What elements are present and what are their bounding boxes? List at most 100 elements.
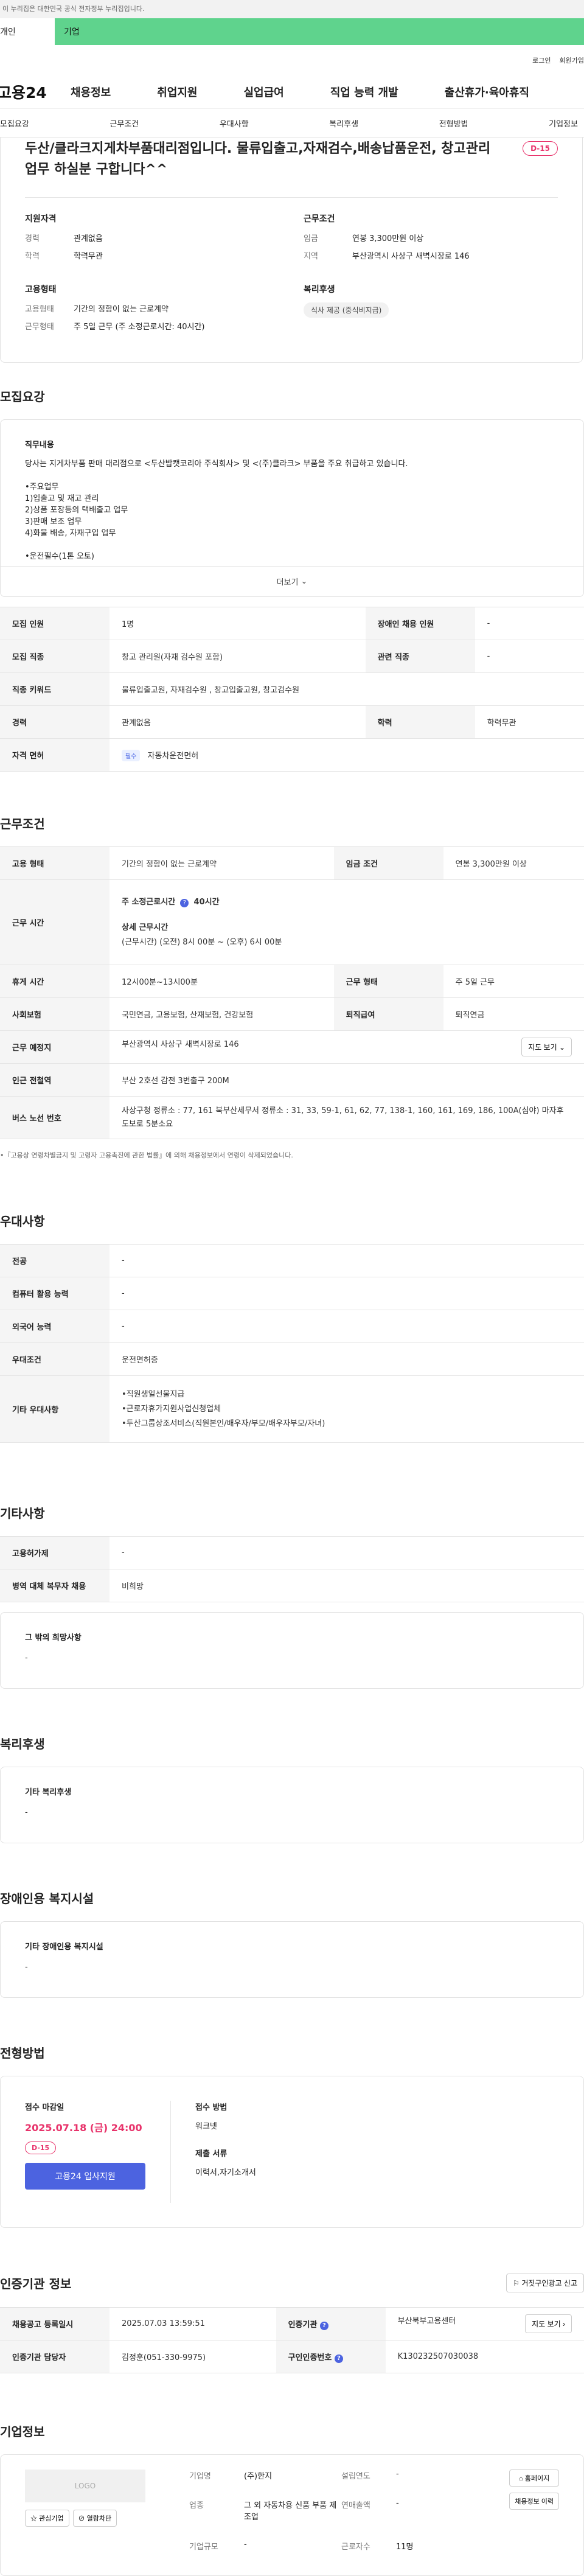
subnav-preference[interactable]: 우대사항 (220, 117, 249, 129)
desc-line (25, 539, 559, 551)
region-value: 부산광역시 사상구 새벽시장로 146 (352, 252, 470, 261)
education-label: 학력 (25, 252, 40, 261)
subnav-company[interactable]: 기업정보 (549, 117, 578, 129)
table-value: 퇴직연금 (443, 997, 584, 1031)
table-value: 기간의 정함이 없는 근로계약 (109, 846, 334, 880)
tab-personal[interactable]: 개인 (0, 18, 55, 45)
tab-company[interactable]: 기업 (55, 18, 584, 45)
signup-link[interactable]: 회원가입 (560, 55, 584, 65)
login-link[interactable]: 로그인 (532, 55, 551, 65)
table-key: 우대조건 (0, 1342, 109, 1376)
desc-line (25, 470, 559, 481)
table-value: 관계없음 (109, 705, 366, 739)
map-button[interactable]: 지도 보기 ⌄ (521, 1038, 572, 1056)
table-value: - (474, 640, 584, 673)
cert-agency-label: 인증기관 (288, 2320, 318, 2330)
table-key: 채용공고 등록일시 (0, 2307, 109, 2340)
table-row: 근무 예정지 부산광역시 사상구 새벽시장로 146 지도 보기 ⌄ (0, 1030, 584, 1064)
deadline-heading: 접수 마감일 (25, 2103, 64, 2112)
employment-title: 고용형태 (25, 285, 57, 295)
founded-value: - (396, 2470, 399, 2479)
weekly-hours-label: 주 소정근로시간 (122, 897, 176, 907)
block-view-button[interactable]: ⊘ 열람차단 (72, 2510, 117, 2527)
subnav-recruit[interactable]: 모집요강 (0, 117, 29, 129)
report-icon: ⚐ (513, 2279, 520, 2288)
star-icon: ☆ (30, 2515, 37, 2522)
age-note: •『고용상 연령차별금지 및 고령자 고용촉진에 관한 법률』에 의해 채용정보… (0, 1151, 293, 1159)
welfare-value: - (25, 1808, 28, 1817)
homepage-button[interactable]: ⌂ 홈페이지 (509, 2470, 559, 2487)
table-row: 자격 면허 필수 자동차운전면허 (0, 738, 584, 772)
more-button[interactable]: 더보기 ⌄ (1, 566, 583, 596)
region-label: 지역 (304, 252, 318, 261)
gnb-item-skills-development[interactable]: 직업 능력 개발 (330, 84, 398, 100)
info-icon[interactable]: ? (180, 898, 189, 907)
weekly-hours-value: 40시간 (193, 897, 220, 907)
required-badge: 필수 (122, 749, 141, 761)
job-history-button[interactable]: 채용정보 이력 (509, 2493, 559, 2510)
gnb-item-jobs[interactable]: 채용정보 (71, 84, 111, 100)
info-icon[interactable]: ? (319, 2321, 328, 2330)
table-row: 경력 관계없음 학력 학력무관 (0, 705, 584, 739)
table-row: 기타 우대사항 •직원생일선물지급 •근로자휴가지원사업신청업체 •두산그룹상조… (0, 1375, 584, 1443)
table-key: 고용 형태 (0, 846, 109, 880)
company-section: 기업정보 LOGO ☆ 관심기업 ⊘ 열람차단 기업명 (주)한지 설립연도 -… (0, 2422, 584, 2576)
table-row: 외국어 능력 - (0, 1310, 584, 1343)
section-title-certification: 인증기관 정보 (0, 2277, 72, 2291)
table-value: 운전면허증 (109, 1342, 584, 1376)
desc-line: 4)화물 배송, 자재구입 업무 (25, 529, 116, 538)
gov-banner: 이 누리집은 대한민국 공식 전자정부 누리집입니다. (0, 0, 584, 18)
recruit-table: 모집 인원 1명 장애인 채용 인원 - 모집 직종 창고 관리원(자재 검수원… (0, 607, 584, 772)
desc-line: •운전필수(1톤 오토) (25, 552, 94, 561)
table-value: 사상구청 정류소 : 77, 161 북부산세무서 정류소 : 31, 33, … (109, 1096, 584, 1139)
table-row: 병역 대체 복무자 채용 비희망 (0, 1569, 584, 1602)
table-row: 우대조건 운전면허증 (0, 1342, 584, 1376)
wage-label: 임금 (304, 234, 318, 243)
section-title-disability: 장애인용 복지시설 (0, 1891, 94, 1906)
table-value: 필수 자동차운전면허 (109, 738, 584, 772)
section-title-process: 전형방법 (0, 2046, 45, 2061)
desc-line: 1)입출고 및 재고 관리 (25, 494, 99, 503)
info-icon[interactable]: ? (334, 2354, 343, 2363)
interest-company-button[interactable]: ☆ 관심기업 (25, 2510, 69, 2527)
company-box: LOGO ☆ 관심기업 ⊘ 열람차단 기업명 (주)한지 설립연도 - 업종 그… (0, 2454, 584, 2576)
section-title-company: 기업정보 (0, 2424, 45, 2439)
report-false-ad-button[interactable]: ⚐ 거짓구인광고 신고 (506, 2274, 584, 2292)
table-row: 모집 인원 1명 장애인 채용 인원 - (0, 607, 584, 640)
table-row: 고용 형태 기간의 정함이 없는 근로계약 임금 조건 연봉 3,300만원 이… (0, 846, 584, 880)
section-subnav: 모집요강 근무조건 우대사항 복리후생 전형방법 기업정보 (0, 109, 584, 138)
other-wishes-box: 그 밖의 희망사항 - (0, 1612, 584, 1689)
job-description-box: 직무내용 당사는 지게차부품 판매 대리점으로 <두산밥캣코리아 주식회사> 및… (0, 419, 584, 597)
table-value: 부산북부고용센터 지도 보기 › (385, 2307, 584, 2340)
more-label: 더보기 (276, 578, 299, 587)
wage-value: 연봉 3,300만원 이상 (352, 234, 424, 243)
table-value: 부산 2호선 감전 3번출구 200M (109, 1063, 584, 1097)
table-row: 고용허가제 - (0, 1536, 584, 1569)
desc-line: •주요업무 (25, 483, 59, 492)
other-preference-line: •직원생일선물지급 (122, 1389, 185, 1399)
table-key: 전공 (0, 1244, 109, 1277)
map-button[interactable]: 지도 보기 › (525, 2314, 572, 2333)
gnb-item-parental-leave[interactable]: 출산휴가·육아휴직 (445, 84, 529, 100)
subnav-process[interactable]: 전형방법 (439, 117, 468, 129)
career-label: 경력 (25, 234, 40, 243)
employees-value: 11명 (396, 2542, 414, 2552)
site-logo[interactable]: 고용24 (0, 81, 71, 103)
map-button-label: 지도 보기 (528, 1043, 557, 1052)
table-value: - (474, 607, 584, 640)
employment-type-value: 기간의 정함이 없는 근로계약 (74, 305, 169, 314)
gnb-item-unemployment-benefit[interactable]: 실업급여 (244, 84, 284, 100)
subnav-welfare[interactable]: 복리후생 (329, 117, 358, 129)
table-value: 학력무관 (474, 705, 584, 739)
welfare-heading: 기타 복리후생 (25, 1788, 72, 1797)
table-row: 직종 키워드 물류입출고원, 자재검수원 , 창고입출고원, 창고검수원 (0, 672, 584, 706)
table-key: 버스 노선 번호 (0, 1096, 109, 1139)
table-value: 12시00분~13시00분 (109, 965, 334, 998)
apply-button[interactable]: 고용24 입사지원 (25, 2163, 145, 2190)
gnb-item-employment-support[interactable]: 취업지원 (157, 84, 197, 100)
subnav-conditions[interactable]: 근무조건 (109, 117, 139, 129)
table-value: 부산광역시 사상구 새벽시장로 146 지도 보기 ⌄ (109, 1030, 584, 1064)
section-title-conditions: 근무조건 (0, 817, 45, 831)
table-value: •직원생일선물지급 •근로자휴가지원사업신청업체 •두산그룹상조서비스(직원본인… (109, 1375, 584, 1443)
global-nav: 고용24 채용정보 취업지원 실업급여 직업 능력 개발 출산휴가·육아휴직 (0, 75, 584, 109)
